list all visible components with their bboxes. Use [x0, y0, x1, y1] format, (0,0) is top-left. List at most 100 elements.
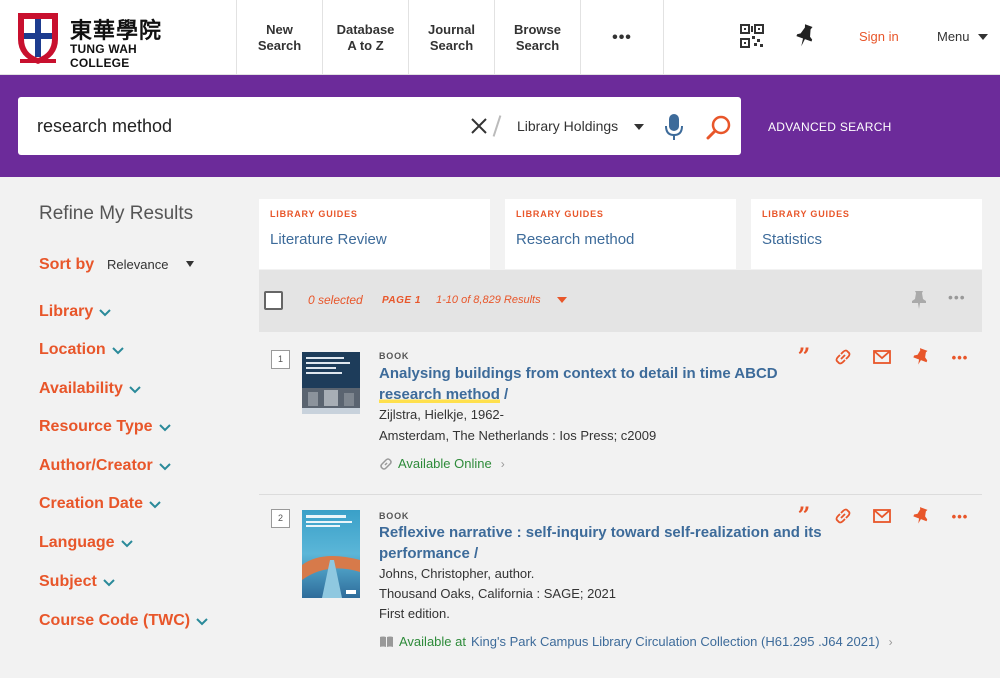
facet-availability[interactable]: Availability: [39, 380, 141, 398]
pin-icon: [913, 507, 928, 524]
sort-by-label: Sort by: [39, 256, 95, 273]
result-number[interactable]: 2: [271, 509, 290, 528]
nav-database-a-to-z[interactable]: Database A to Z: [322, 0, 408, 75]
permalink-button[interactable]: [833, 347, 853, 367]
chevron-down-icon: [158, 424, 171, 432]
pin-icon[interactable]: [911, 290, 927, 310]
library-guide-card[interactable]: LIBRARY GUIDES Statistics: [751, 199, 982, 269]
clear-icon[interactable]: [470, 117, 488, 135]
pin-button[interactable]: [911, 506, 931, 526]
selected-count: 0 selected: [308, 293, 363, 307]
library-guide-card[interactable]: LIBRARY GUIDES Research method: [505, 199, 736, 269]
email-button[interactable]: [872, 506, 892, 526]
nav-more-button[interactable]: •••: [580, 0, 664, 75]
caret-down-icon[interactable]: [186, 261, 194, 267]
envelope-icon: [873, 509, 891, 523]
menu-button[interactable]: Menu: [937, 29, 988, 44]
sort-select[interactable]: Relevance: [107, 257, 168, 272]
citation-button[interactable]: ”: [794, 503, 814, 529]
divider: [492, 115, 502, 137]
library-guide-card[interactable]: LIBRARY GUIDES Literature Review: [259, 199, 490, 269]
availability-location: King's Park Campus Library Circulation C…: [470, 634, 880, 649]
main-nav: New Search Database A to Z Journal Searc…: [236, 0, 664, 75]
envelope-icon: [873, 350, 891, 364]
chevron-right-icon: ›: [888, 634, 893, 649]
pin-icon[interactable]: [794, 24, 816, 48]
result-title[interactable]: Reflexive narrative : self-inquiry towar…: [379, 522, 849, 564]
facet-language[interactable]: Language: [39, 534, 133, 552]
facet-label: Library: [39, 303, 94, 320]
ellipsis-icon: •••: [951, 508, 969, 524]
result-title[interactable]: Analysing buildings from context to deta…: [379, 363, 819, 405]
more-actions-button[interactable]: •••: [950, 347, 970, 367]
book-cover-thumbnail[interactable]: [302, 510, 360, 598]
guide-title[interactable]: Statistics: [762, 231, 822, 248]
facet-label: Subject: [39, 573, 97, 590]
result-author: Zijlstra, Hielkje, 1962-: [379, 407, 504, 422]
email-button[interactable]: [872, 347, 892, 367]
chevron-down-icon: [99, 309, 111, 317]
facet-subject[interactable]: Subject: [39, 573, 115, 591]
title-text: Analysing buildings from context to deta…: [379, 365, 778, 382]
citation-button[interactable]: ”: [794, 346, 814, 368]
nav-journal-search[interactable]: Journal Search: [408, 0, 494, 75]
nav-browse-search[interactable]: Browse Search: [494, 0, 580, 75]
more-actions-button[interactable]: •••: [950, 506, 970, 526]
guide-title[interactable]: Research method: [516, 231, 634, 248]
title-suffix: /: [499, 386, 509, 403]
pin-button[interactable]: [911, 347, 931, 367]
refine-title: Refine My Results: [39, 203, 194, 224]
chevron-down-icon: [129, 386, 141, 394]
facet-label: Resource Type: [39, 418, 153, 435]
result-actions: ” •••: [794, 503, 970, 529]
chevron-right-icon: ›: [500, 456, 505, 471]
search-scope-select[interactable]: Library Holdings: [517, 118, 618, 134]
search-icon[interactable]: [706, 114, 732, 140]
facet-label: Language: [39, 534, 115, 551]
facet-library[interactable]: Library: [39, 303, 111, 321]
result-item[interactable]: 2 BOOK Reflexive narrative : self-inquir…: [259, 496, 982, 678]
chevron-down-icon: [111, 347, 124, 355]
chevron-down-icon: [149, 501, 161, 509]
qr-code-icon[interactable]: [740, 24, 764, 48]
facet-label: Author/Creator: [39, 457, 153, 474]
search-input[interactable]: research method: [37, 116, 172, 137]
caret-down-icon[interactable]: [634, 124, 644, 130]
quote-icon: ”: [797, 503, 811, 529]
caret-down-icon[interactable]: [557, 297, 567, 303]
book-icon: [380, 636, 393, 647]
result-item[interactable]: 1 BOOK Analysing buildings from context …: [259, 337, 982, 495]
college-logo[interactable]: 東華學院 TUNG WAH COLLEGE: [14, 9, 194, 70]
availability-status: Available Online: [398, 456, 492, 471]
availability-link[interactable]: Available at King's Park Campus Library …: [379, 634, 893, 649]
result-edition: First edition.: [379, 606, 450, 621]
logo-english-name: TUNG WAH COLLEGE: [70, 42, 137, 70]
facet-author-creator[interactable]: Author/Creator: [39, 457, 171, 475]
more-actions-button[interactable]: •••: [948, 289, 966, 305]
facet-course-code[interactable]: Course Code (TWC): [39, 612, 208, 630]
chevron-down-icon: [196, 618, 208, 626]
microphone-icon[interactable]: [664, 113, 684, 141]
caret-down-icon: [977, 33, 988, 40]
facet-location[interactable]: Location: [39, 341, 124, 359]
facet-label: Course Code (TWC): [39, 612, 191, 629]
guide-title[interactable]: Literature Review: [270, 231, 387, 248]
title-highlight: research method: [379, 386, 500, 403]
advanced-search-link[interactable]: ADVANCED SEARCH: [768, 120, 892, 134]
availability-link[interactable]: Available Online ›: [379, 456, 505, 471]
results-range[interactable]: 1-10 of 8,829 Results: [436, 294, 541, 306]
result-number[interactable]: 1: [271, 350, 290, 369]
nav-new-search[interactable]: New Search: [236, 0, 322, 75]
top-header: 東華學院 TUNG WAH COLLEGE New Search Databas…: [0, 0, 1000, 75]
facet-creation-date[interactable]: Creation Date: [39, 495, 161, 513]
sign-in-link[interactable]: Sign in: [859, 29, 899, 44]
book-cover-thumbnail[interactable]: [302, 352, 360, 414]
ellipsis-icon: •••: [951, 349, 969, 365]
facet-resource-type[interactable]: Resource Type: [39, 418, 171, 436]
select-all-checkbox[interactable]: [264, 291, 283, 310]
permalink-button[interactable]: [833, 506, 853, 526]
resource-type: BOOK: [379, 351, 410, 361]
availability-status: Available at: [399, 634, 466, 649]
result-publisher: Thousand Oaks, California : SAGE; 2021: [379, 586, 617, 601]
pin-icon: [913, 348, 928, 365]
